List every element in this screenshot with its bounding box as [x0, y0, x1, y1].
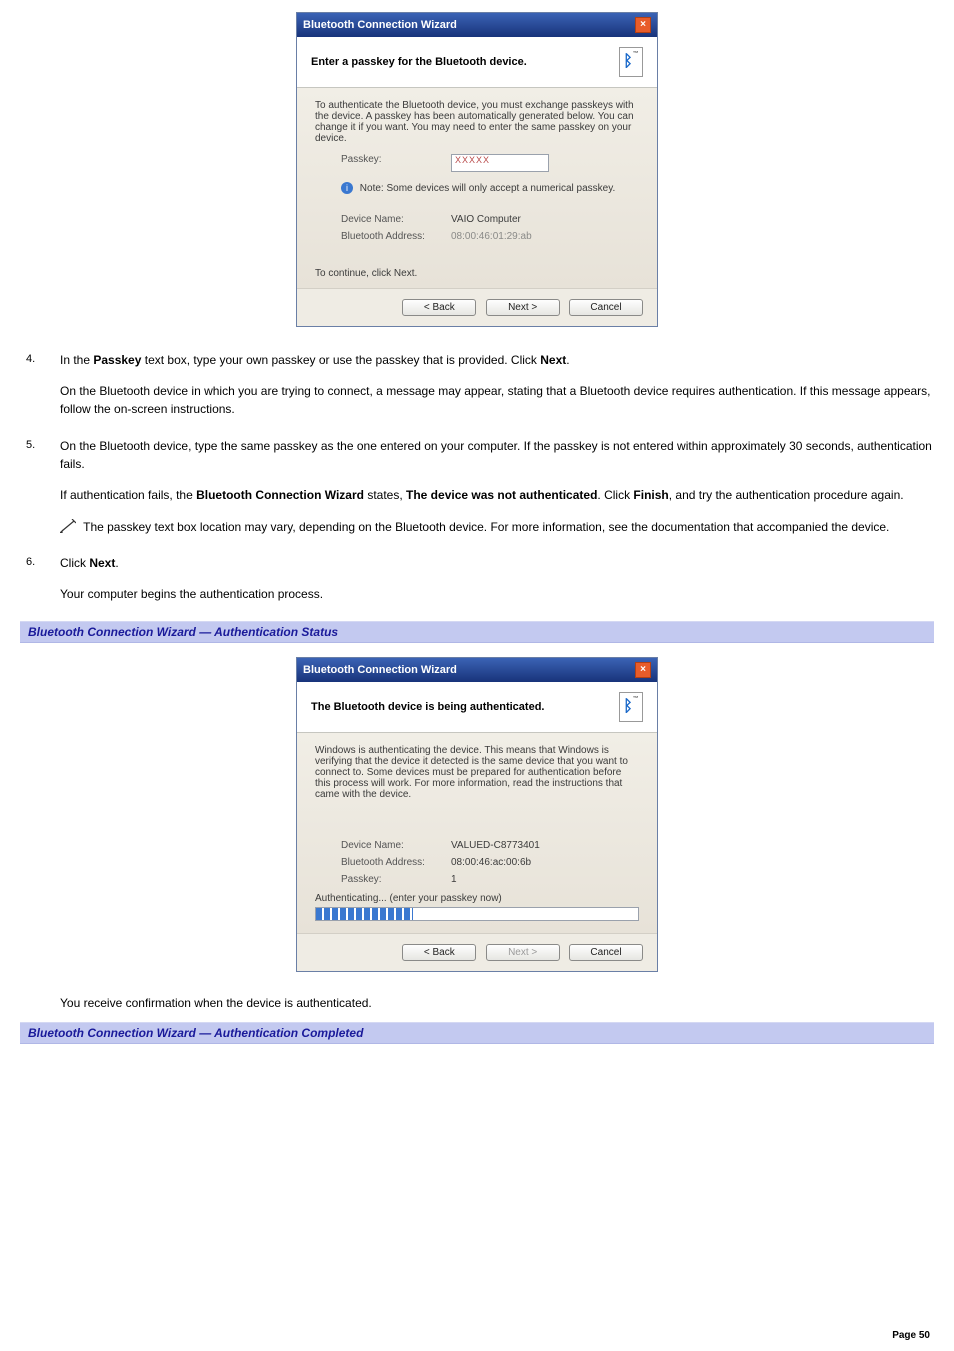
- passkey-input[interactable]: XXXXX: [451, 154, 549, 172]
- passkey-value: 1: [451, 874, 457, 885]
- device-name-value: VALUED-C8773401: [451, 840, 540, 851]
- instruction-list: 4. In the Passkey text box, type your ow…: [20, 351, 934, 603]
- wizard-header: Enter a passkey for the Bluetooth device…: [297, 37, 657, 88]
- next-button: Next >: [486, 944, 560, 961]
- step-number: 4.: [26, 351, 35, 368]
- wizard-titlebar: Bluetooth Connection Wizard ×: [297, 658, 657, 682]
- wizard-header: The Bluetooth device is being authentica…: [297, 682, 657, 733]
- next-button[interactable]: Next >: [486, 299, 560, 316]
- wizard-body: Windows is authenticating the device. Th…: [297, 733, 657, 933]
- wizard-title: Bluetooth Connection Wizard: [303, 19, 457, 31]
- step-number: 5.: [26, 437, 35, 454]
- step-5-note: The passkey text box location may vary, …: [60, 517, 934, 537]
- device-name-value: VAIO Computer: [451, 214, 521, 225]
- step-number: 6.: [26, 554, 35, 571]
- wizard-footer: < Back Next > Cancel: [297, 288, 657, 326]
- close-icon[interactable]: ×: [635, 17, 651, 33]
- back-button[interactable]: < Back: [402, 944, 476, 961]
- info-icon: i: [341, 182, 353, 194]
- bt-address-value: 08:00:46:01:29:ab: [451, 231, 532, 242]
- wizard-heading: The Bluetooth device is being authentica…: [311, 701, 544, 713]
- cancel-button[interactable]: Cancel: [569, 944, 643, 961]
- wizard-titlebar: Bluetooth Connection Wizard ×: [297, 13, 657, 37]
- bluetooth-icon: ᛒ: [619, 47, 643, 77]
- step-5-text: On the Bluetooth device, type the same p…: [60, 439, 932, 472]
- continue-hint: To continue, click Next.: [315, 268, 639, 279]
- section-banner-auth-completed: Bluetooth Connection Wizard — Authentica…: [20, 1022, 934, 1044]
- bt-address-label: Bluetooth Address:: [341, 231, 451, 242]
- wizard-heading: Enter a passkey for the Bluetooth device…: [311, 56, 527, 68]
- wizard-body: To authenticate the Bluetooth device, yo…: [297, 88, 657, 288]
- step-6: 6. Click Next. Your computer begins the …: [20, 554, 934, 603]
- bt-address-value: 08:00:46:ac:00:6b: [451, 857, 531, 868]
- step-4-detail: On the Bluetooth device in which you are…: [60, 382, 934, 419]
- step-6-detail: Your computer begins the authentication …: [60, 585, 934, 604]
- back-button[interactable]: < Back: [402, 299, 476, 316]
- step-4: 4. In the Passkey text box, type your ow…: [20, 351, 934, 419]
- passkey-label: Passkey:: [341, 874, 451, 885]
- auth-status-text: Authenticating... (enter your passkey no…: [315, 893, 639, 904]
- bluetooth-icon: ᛒ: [619, 692, 643, 722]
- page-number: Page 50: [892, 1330, 930, 1341]
- passkey-note: Note: Some devices will only accept a nu…: [360, 183, 615, 194]
- wizard-intro: Windows is authenticating the device. Th…: [315, 745, 639, 800]
- step-5-detail: If authentication fails, the Bluetooth C…: [60, 486, 934, 505]
- section-banner-auth-status: Bluetooth Connection Wizard — Authentica…: [20, 621, 934, 643]
- bt-address-label: Bluetooth Address:: [341, 857, 451, 868]
- passkey-label: Passkey:: [341, 154, 451, 172]
- wizard-title: Bluetooth Connection Wizard: [303, 664, 457, 676]
- wizard-auth-dialog: Bluetooth Connection Wizard × The Blueto…: [296, 657, 658, 972]
- device-name-label: Device Name:: [341, 214, 451, 225]
- note-icon: [60, 519, 76, 533]
- after-wizard2-text: You receive confirmation when the device…: [20, 996, 934, 1010]
- wizard-intro: To authenticate the Bluetooth device, yo…: [315, 100, 639, 144]
- close-icon[interactable]: ×: [635, 662, 651, 678]
- wizard-footer: < Back Next > Cancel: [297, 933, 657, 971]
- device-name-label: Device Name:: [341, 840, 451, 851]
- step-5: 5. On the Bluetooth device, type the sam…: [20, 437, 934, 536]
- wizard-passkey-dialog: Bluetooth Connection Wizard × Enter a pa…: [296, 12, 658, 327]
- auth-progress-bar: [315, 907, 639, 921]
- cancel-button[interactable]: Cancel: [569, 299, 643, 316]
